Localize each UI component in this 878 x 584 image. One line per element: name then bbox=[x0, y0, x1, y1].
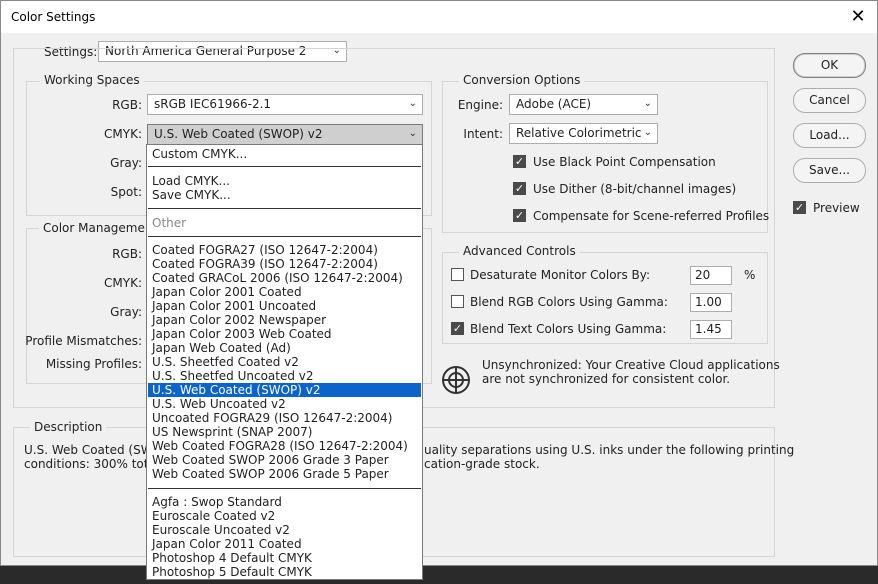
dropdown-item[interactable]: Web Coated FOGRA28 (ISO 12647-2:2004) bbox=[148, 439, 421, 453]
save-button[interactable]: Save... bbox=[793, 158, 866, 183]
close-icon[interactable]: ✕ bbox=[845, 5, 871, 29]
title-bar: Color Settings ✕ bbox=[1, 1, 877, 33]
engine-value: Adobe (ACE) bbox=[516, 97, 592, 111]
dither-checkbox[interactable]: ✓ bbox=[513, 182, 526, 195]
cm-rgb-label: RGB: bbox=[112, 247, 142, 261]
percent-unit: % bbox=[744, 268, 756, 282]
blend-rgb-checkbox[interactable] bbox=[451, 295, 464, 308]
blend-rgb-label: Blend RGB Colors Using Gamma: bbox=[470, 295, 668, 309]
intent-label: Intent: bbox=[463, 127, 503, 141]
dropdown-item[interactable]: U.S. Web Uncoated v2 bbox=[148, 397, 421, 411]
engine-label: Engine: bbox=[457, 98, 503, 112]
blend-text-label: Blend Text Colors Using Gamma: bbox=[470, 322, 667, 336]
desaturate-label: Desaturate Monitor Colors By: bbox=[470, 268, 651, 282]
dither-label: Use Dither (8-bit/channel images) bbox=[533, 182, 737, 196]
color-settings-dialog: Color Settings ✕ Settings: North America… bbox=[0, 0, 878, 566]
intent-select[interactable]: Relative Colorimetric ⌄ bbox=[509, 123, 658, 144]
ws-cmyk-value: U.S. Web Coated (SWOP) v2 bbox=[154, 127, 323, 141]
cm-gray-label: Gray: bbox=[110, 305, 142, 319]
description-title: Description bbox=[30, 420, 107, 434]
dropdown-separator bbox=[148, 488, 421, 489]
ws-cmyk-label: CMYK: bbox=[104, 127, 142, 141]
description-line2-right: cation-grade stock. bbox=[424, 457, 540, 471]
ws-gray-label: Gray: bbox=[110, 156, 142, 170]
dropdown-item[interactable]: U.S. Sheetfed Coated v2 bbox=[148, 355, 421, 369]
dropdown-item[interactable]: Japan Web Coated (Ad) bbox=[148, 341, 421, 355]
description-line2-left: conditions: 300% tota bbox=[24, 457, 156, 471]
dropdown-item-load-cmyk[interactable]: Load CMYK... bbox=[148, 174, 421, 188]
black-point-label: Use Black Point Compensation bbox=[533, 155, 716, 169]
sync-status-icon bbox=[442, 366, 470, 394]
description-line1-right: uality separations using U.S. inks under… bbox=[424, 443, 795, 457]
dropdown-separator bbox=[148, 166, 421, 167]
window-title: Color Settings bbox=[11, 10, 96, 24]
description-line1-left: U.S. Web Coated (SWO bbox=[24, 443, 163, 457]
engine-select[interactable]: Adobe (ACE) ⌄ bbox=[509, 94, 658, 115]
advanced-controls-title: Advanced Controls bbox=[459, 244, 580, 258]
dropdown-item[interactable]: Japan Color 2003 Web Coated bbox=[148, 327, 421, 341]
sync-status-line1: Unsynchronized: Your Creative Cloud appl… bbox=[482, 358, 780, 372]
dropdown-separator bbox=[148, 208, 421, 209]
desaturate-checkbox[interactable] bbox=[451, 268, 464, 281]
ws-spot-label: Spot: bbox=[110, 185, 142, 199]
dropdown-item[interactable]: Agfa : Swop Standard bbox=[148, 495, 421, 509]
ws-rgb-value: sRGB IEC61966-2.1 bbox=[154, 97, 272, 111]
dropdown-item[interactable]: Coated GRACoL 2006 (ISO 12647-2:2004) bbox=[148, 271, 421, 285]
dropdown-item[interactable]: Web Coated SWOP 2006 Grade 5 Paper bbox=[148, 467, 421, 481]
color-management-title: Color Management bbox=[39, 221, 162, 235]
compensate-label: Compensate for Scene-referred Profiles bbox=[533, 209, 770, 223]
cm-cmyk-label: CMYK: bbox=[104, 276, 142, 290]
chevron-down-icon: ⌄ bbox=[643, 127, 652, 138]
working-spaces-title: Working Spaces bbox=[40, 73, 144, 87]
dropdown-heading-other: Other bbox=[152, 216, 187, 230]
dropdown-item[interactable]: Japan Color 2011 Coated bbox=[148, 537, 421, 551]
ws-cmyk-select[interactable]: U.S. Web Coated (SWOP) v2 ⌄ bbox=[147, 124, 423, 145]
dropdown-separator bbox=[148, 236, 421, 237]
dropdown-item[interactable]: U.S. Sheetfed Uncoated v2 bbox=[148, 369, 421, 383]
cancel-button[interactable]: Cancel bbox=[793, 88, 866, 113]
blend-text-checkbox[interactable]: ✓ bbox=[451, 322, 464, 335]
compensate-checkbox[interactable]: ✓ bbox=[513, 209, 526, 222]
load-button[interactable]: Load... bbox=[793, 123, 866, 148]
dropdown-item[interactable]: Photoshop 4 Default CMYK bbox=[148, 551, 421, 565]
conversion-options-title: Conversion Options bbox=[459, 73, 585, 87]
missing-profiles-label: Missing Profiles: bbox=[45, 357, 142, 371]
dropdown-item[interactable]: US Newsprint (SNAP 2007) bbox=[148, 425, 421, 439]
black-point-checkbox[interactable]: ✓ bbox=[513, 155, 526, 168]
chevron-down-icon: ⌄ bbox=[408, 98, 417, 109]
cmyk-dropdown-list: Custom CMYK... Load CMYK... Save CMYK...… bbox=[146, 144, 423, 580]
dropdown-item[interactable]: Euroscale Coated v2 bbox=[148, 509, 421, 523]
dropdown-item[interactable]: Uncoated FOGRA29 (ISO 12647-2:2004) bbox=[148, 411, 421, 425]
dropdown-item[interactable]: Coated FOGRA27 (ISO 12647-2:2004) bbox=[148, 243, 421, 257]
dropdown-item-custom-cmyk[interactable]: Custom CMYK... bbox=[148, 147, 421, 161]
dropdown-item[interactable]: Photoshop 5 Default CMYK bbox=[148, 565, 421, 579]
profile-mismatches-label: Profile Mismatches: bbox=[25, 334, 142, 348]
ok-button[interactable]: OK bbox=[793, 53, 866, 78]
dropdown-item[interactable]: Japan Color 2001 Uncoated bbox=[148, 299, 421, 313]
preview-checkbox[interactable]: ✓ bbox=[793, 201, 806, 214]
sync-status-line2: are not synchronized for consistent colo… bbox=[482, 372, 731, 386]
ws-rgb-select[interactable]: sRGB IEC61966-2.1 ⌄ bbox=[147, 94, 423, 115]
dropdown-item-selected[interactable]: U.S. Web Coated (SWOP) v2 bbox=[148, 383, 421, 397]
intent-value: Relative Colorimetric bbox=[516, 126, 642, 140]
preview-label: Preview bbox=[813, 201, 860, 215]
dropdown-item[interactable]: Web Coated SWOP 2006 Grade 3 Paper bbox=[148, 453, 421, 467]
dropdown-item[interactable]: Euroscale Uncoated v2 bbox=[148, 523, 421, 537]
chevron-down-icon: ⌄ bbox=[643, 98, 652, 109]
ws-rgb-label: RGB: bbox=[112, 98, 142, 112]
dropdown-item-save-cmyk[interactable]: Save CMYK... bbox=[148, 188, 421, 202]
blend-text-input[interactable]: 1.45 bbox=[690, 320, 732, 339]
dropdown-item[interactable]: Japan Color 2002 Newspaper bbox=[148, 313, 421, 327]
desaturate-input[interactable]: 20 bbox=[690, 266, 732, 285]
dropdown-item[interactable]: Coated FOGRA39 (ISO 12647-2:2004) bbox=[148, 257, 421, 271]
chevron-down-icon: ⌄ bbox=[408, 128, 417, 139]
blend-rgb-input[interactable]: 1.00 bbox=[690, 293, 732, 312]
dropdown-item[interactable]: Japan Color 2001 Coated bbox=[148, 285, 421, 299]
